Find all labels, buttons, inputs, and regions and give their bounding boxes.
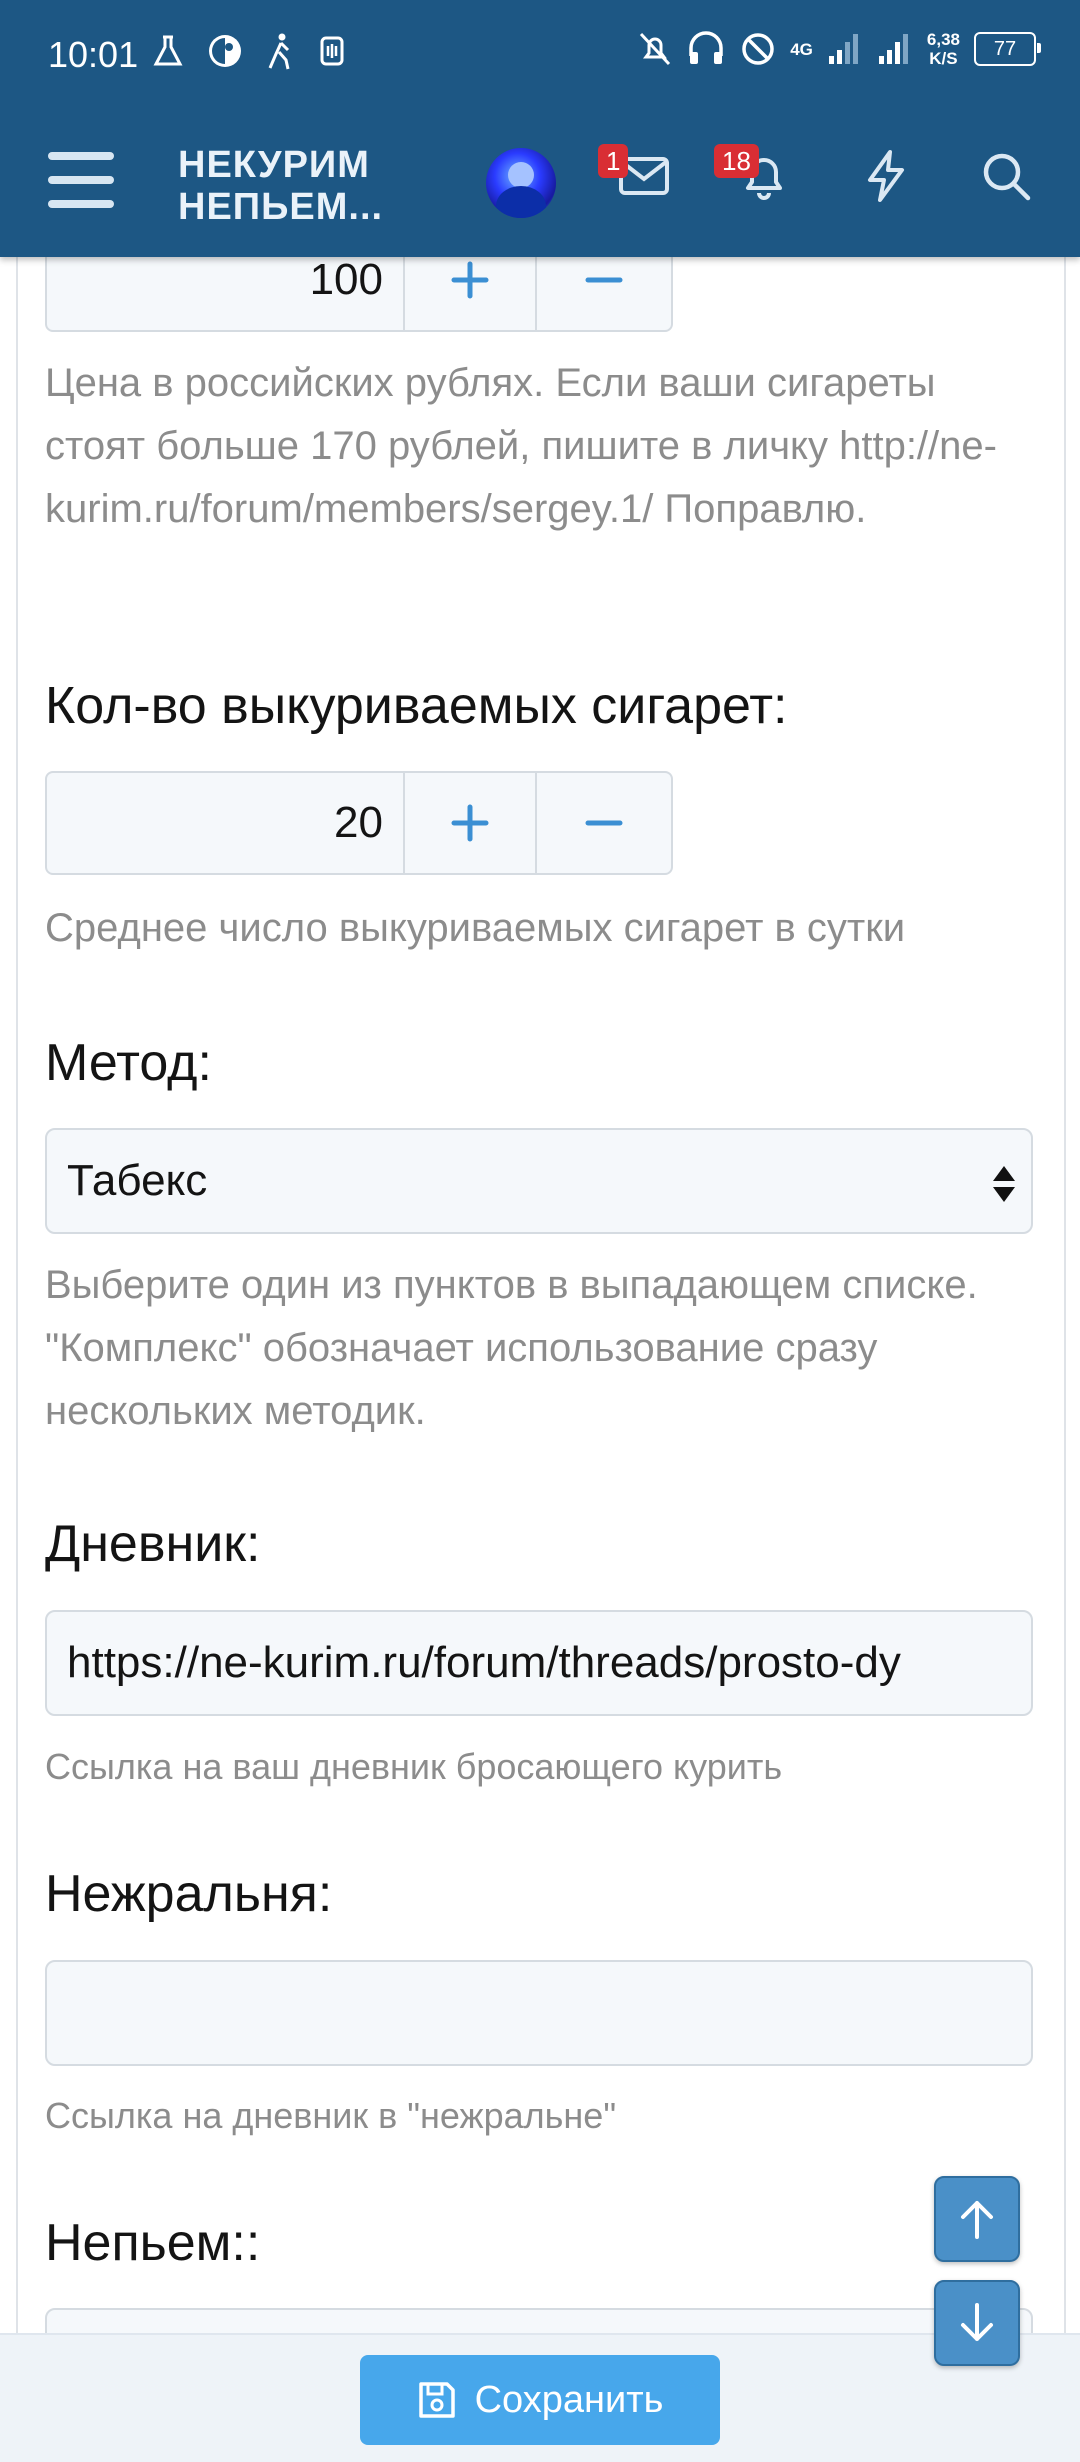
nepem-label: Непьем:: <box>45 2214 261 2272</box>
status-right-icons: 4G 6,38 K/S 77 <box>638 30 1041 68</box>
app-header: 10:01 4G 6,38 K/S 77 НЕКУРИМ НЕПЬЕМ... 1… <box>0 0 1080 257</box>
inbox-badge: 1 <box>598 144 629 178</box>
walking-icon <box>268 33 290 70</box>
minus-icon <box>585 820 623 826</box>
cigarettes-stepper[interactable]: 20 <box>45 771 673 875</box>
nezhralnya-label: Нежральня: <box>45 1865 333 1923</box>
site-logo[interactable]: НЕКУРИМ НЕПЬЕМ... <box>178 144 383 228</box>
save-button-label: Сохранить <box>474 2378 664 2421</box>
save-bar: Сохранить <box>0 2333 1080 2462</box>
scroll-down-button[interactable] <box>934 2280 1020 2366</box>
arrow-up-icon <box>961 2201 993 2239</box>
signal-icon-2 <box>878 34 908 64</box>
do-not-disturb-icon <box>742 33 774 65</box>
network-speed: 6,38 K/S <box>927 30 960 68</box>
search-icon <box>983 153 1031 201</box>
alerts-badge: 18 <box>714 144 759 178</box>
status-time: 10:01 <box>48 34 139 75</box>
scroll-up-button[interactable] <box>934 2176 1020 2262</box>
method-label: Метод: <box>45 1034 212 1092</box>
logo-line-2: НЕПЬЕМ... <box>178 186 384 228</box>
app-status-icon <box>209 35 241 67</box>
flask-icon <box>153 35 183 66</box>
price-hint: Цена в российских рублях. Если ваши сига… <box>45 361 997 531</box>
nfc-icon <box>320 36 344 66</box>
signal-icon <box>828 34 858 64</box>
network-speed-unit: K/S <box>929 49 958 68</box>
network-speed-value: 6,38 <box>926 30 960 49</box>
menu-icon-line <box>48 200 114 208</box>
status-left-icons <box>152 32 348 70</box>
whats-new-button[interactable] <box>856 146 916 206</box>
cigarettes-hint: Среднее число выкуриваемых сигарет в сут… <box>45 906 906 950</box>
logo-line-1: НЕКУРИМ <box>178 144 370 186</box>
cigarettes-value[interactable]: 20 <box>47 773 405 873</box>
cigarettes-plus-button[interactable] <box>405 773 537 873</box>
minus-icon <box>585 277 623 283</box>
menu-button[interactable] <box>48 152 114 208</box>
select-arrows-icon <box>993 1166 1015 1202</box>
diary-label: Дневник: <box>45 1515 261 1573</box>
lightning-icon <box>868 150 904 202</box>
battery-indicator: 77 <box>974 32 1041 66</box>
menu-icon-line <box>48 176 114 184</box>
avatar[interactable] <box>486 148 556 218</box>
diary-input[interactable]: https://ne-kurim.ru/forum/threads/prosto… <box>45 1610 1033 1716</box>
floppy-disk-icon <box>418 2382 455 2418</box>
cigarettes-minus-button[interactable] <box>537 773 671 873</box>
diary-hint: Ссылка на ваш дневник бросающего курить <box>45 1746 783 1787</box>
method-hint: Выберите один из пунктов в выпадающем сп… <box>45 1263 978 1433</box>
arrow-down-icon <box>961 2303 993 2341</box>
plus-icon <box>451 804 489 842</box>
menu-icon-line <box>48 152 114 160</box>
save-button[interactable]: Сохранить <box>360 2355 720 2445</box>
method-select[interactable]: Табекс <box>45 1128 1033 1234</box>
network-type: 4G <box>790 39 813 59</box>
search-button[interactable] <box>976 146 1036 206</box>
nezhralnya-input[interactable] <box>45 1960 1033 2066</box>
headphones-icon <box>689 31 723 64</box>
cigarettes-label: Кол-во выкуриваемых сигарет: <box>45 677 788 735</box>
nezhralnya-hint: Ссылка на дневник в "нежральне" <box>45 2095 617 2136</box>
plus-icon <box>451 261 489 299</box>
method-selected-value: Табекс <box>67 1156 208 1205</box>
bell-off-icon <box>640 32 671 66</box>
